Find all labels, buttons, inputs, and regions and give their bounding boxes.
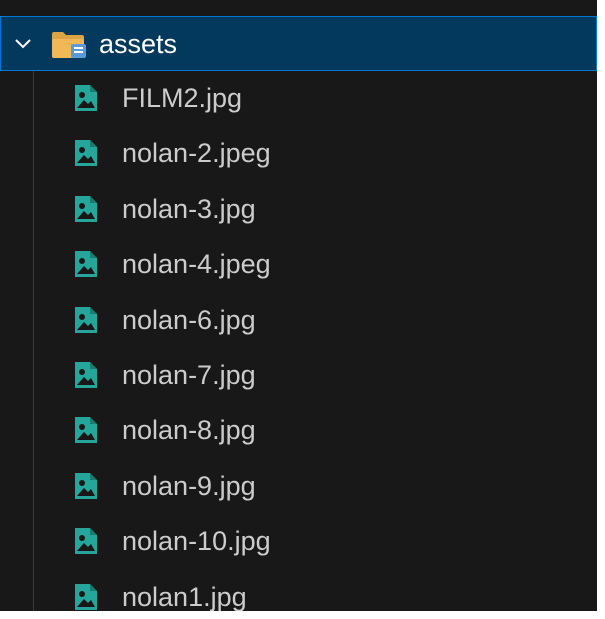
image-file-icon bbox=[73, 249, 99, 279]
image-file-icon bbox=[73, 138, 99, 168]
image-file-icon bbox=[73, 471, 99, 501]
chevron-down-icon[interactable] bbox=[13, 34, 33, 54]
file-name: nolan-4.jpeg bbox=[122, 249, 271, 280]
folder-label: assets bbox=[99, 29, 178, 59]
file-name: nolan-7.jpg bbox=[122, 359, 256, 390]
file-item[interactable]: nolan-8.jpg bbox=[0, 403, 597, 458]
file-item[interactable]: nolan-4.jpeg bbox=[0, 237, 597, 292]
file-item[interactable]: nolan-3.jpg bbox=[0, 182, 597, 237]
file-item[interactable]: nolan-2.jpeg bbox=[0, 126, 597, 181]
file-name: nolan-10.jpg bbox=[122, 526, 271, 557]
file-name: FILM2.jpg bbox=[122, 83, 243, 113]
image-file-icon bbox=[73, 194, 99, 224]
file-item[interactable]: FILM2.jpg bbox=[0, 71, 597, 126]
image-file-icon bbox=[73, 360, 99, 390]
image-file-icon bbox=[73, 305, 99, 335]
file-list: FILM2.jpg nolan-2.jpeg nolan-3.jpg nolan… bbox=[0, 71, 597, 612]
file-item[interactable]: nolan-10.jpg bbox=[0, 514, 597, 569]
file-explorer: assets FILM2.jpg nolan-2.jpeg nolan-3.jp… bbox=[0, 0, 601, 615]
file-name: nolan-3.jpg bbox=[122, 193, 256, 224]
file-item[interactable]: nolan1.jpg bbox=[0, 570, 597, 612]
image-file-icon bbox=[73, 526, 99, 556]
file-item[interactable]: nolan-9.jpg bbox=[0, 459, 597, 514]
file-name: nolan-2.jpeg bbox=[122, 138, 271, 169]
file-name: nolan-8.jpg bbox=[122, 415, 256, 446]
folder-row-assets[interactable]: assets bbox=[0, 16, 597, 71]
file-item[interactable]: nolan-7.jpg bbox=[0, 348, 597, 403]
file-name: nolan1.jpg bbox=[122, 581, 247, 612]
image-file-icon bbox=[73, 582, 99, 611]
file-name: nolan-6.jpg bbox=[122, 304, 256, 335]
folder-open-icon bbox=[51, 30, 87, 60]
image-file-icon bbox=[73, 415, 99, 445]
file-item[interactable]: nolan-6.jpg bbox=[0, 293, 597, 348]
file-name: nolan-9.jpg bbox=[122, 470, 256, 501]
image-file-icon bbox=[73, 83, 99, 113]
